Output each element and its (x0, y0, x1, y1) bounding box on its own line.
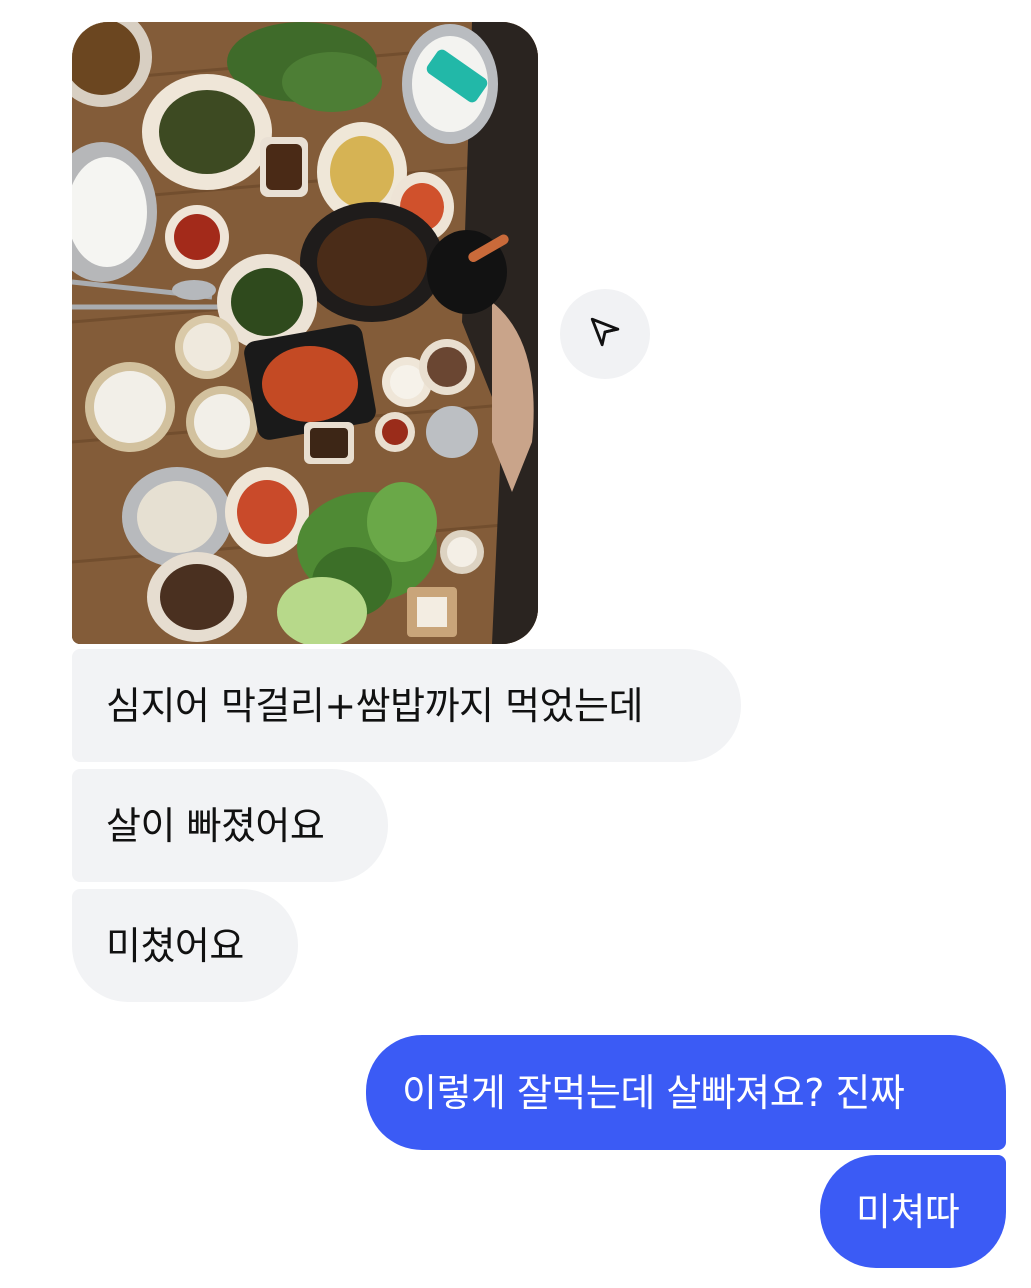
received-message-bubble[interactable]: 살이 빠졌어요 (72, 769, 388, 882)
message-text: 미쳤어요 (106, 923, 244, 968)
received-message-bubble[interactable]: 미쳤어요 (72, 889, 298, 1002)
sent-message-bubble[interactable]: 이렇게 잘먹는데 살빠져요? 진짜 (366, 1035, 1006, 1150)
food-table-photo (72, 22, 538, 644)
message-text: 미쳐따 (856, 1189, 960, 1234)
sent-message-bubble[interactable]: 미쳐따 (820, 1155, 1006, 1268)
message-text: 심지어 막걸리+쌈밥까지 먹었는데 (106, 683, 643, 728)
message-text: 살이 빠졌어요 (106, 803, 325, 848)
message-text: 이렇게 잘먹는데 살빠져요? 진짜 (402, 1070, 905, 1115)
received-message-bubble[interactable]: 심지어 막걸리+쌈밥까지 먹었는데 (72, 649, 741, 762)
share-button[interactable] (560, 289, 650, 379)
shared-photo-message[interactable] (72, 22, 538, 644)
paper-plane-icon (588, 315, 622, 353)
